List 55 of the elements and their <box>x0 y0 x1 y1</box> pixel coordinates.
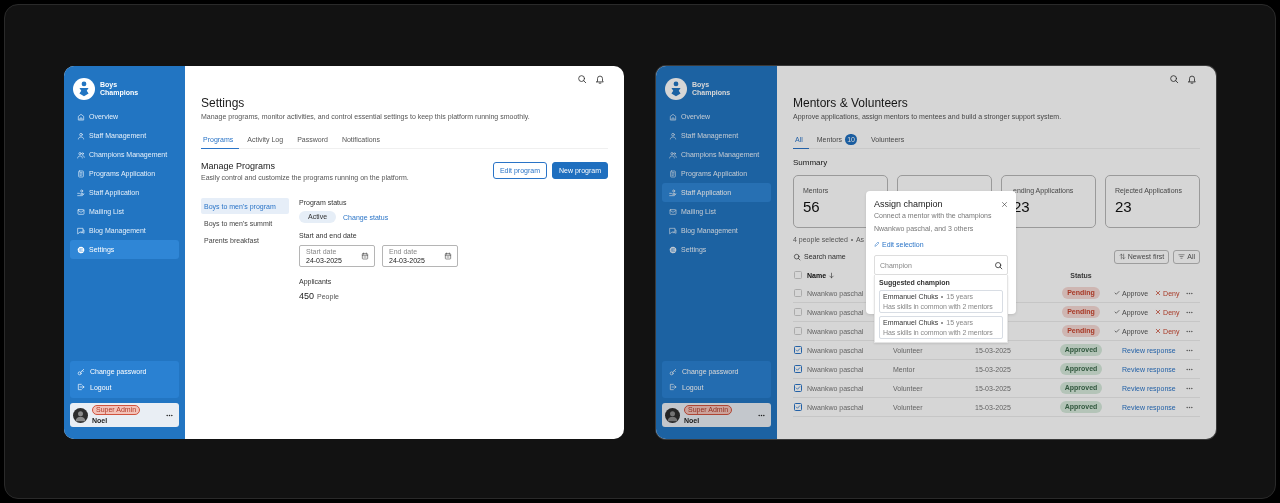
close-icon[interactable] <box>1001 200 1008 208</box>
more-icon[interactable] <box>758 413 765 417</box>
search-icon[interactable] <box>1169 74 1179 84</box>
logout-icon <box>669 383 677 392</box>
checkbox[interactable] <box>794 403 802 411</box>
stat-value: 23 <box>1115 199 1132 215</box>
page-title: Settings <box>201 96 246 110</box>
mail-icon <box>77 207 85 216</box>
document-icon <box>669 169 677 178</box>
logo-icon <box>73 78 95 100</box>
chat-icon <box>669 226 677 235</box>
bell-icon[interactable] <box>595 74 605 84</box>
x-icon <box>1155 328 1162 334</box>
mail-icon <box>669 207 677 216</box>
check-icon <box>1114 309 1120 315</box>
check-icon <box>1114 328 1120 334</box>
avatar-icon <box>665 407 680 423</box>
hand-icon <box>77 188 85 197</box>
page-title: Mentors & Volunteers <box>793 96 909 110</box>
checkbox[interactable] <box>794 346 802 354</box>
section-title: Manage Programs <box>201 160 277 172</box>
sort-icon <box>1118 253 1126 260</box>
arrow-down-icon[interactable] <box>828 271 836 279</box>
chat-icon <box>77 226 85 235</box>
logout-icon <box>77 383 85 392</box>
checkbox[interactable] <box>794 384 802 392</box>
users-icon <box>77 150 85 159</box>
document-icon <box>77 169 85 178</box>
pencil-icon <box>874 241 880 247</box>
key-icon <box>77 367 85 376</box>
hand-icon <box>669 188 677 197</box>
key-icon <box>669 367 677 376</box>
search-icon <box>793 252 801 261</box>
x-icon <box>1155 309 1162 315</box>
filter-icon <box>1178 253 1186 260</box>
user-icon <box>77 131 85 140</box>
logo-icon <box>665 78 687 100</box>
checkbox[interactable] <box>794 365 802 373</box>
user-icon <box>669 131 677 140</box>
more-icon[interactable] <box>166 413 173 417</box>
home-icon <box>669 112 677 121</box>
section-title: Summary <box>793 158 829 168</box>
calendar-icon[interactable] <box>444 252 452 260</box>
check-icon <box>1114 290 1120 296</box>
dialog-title: Assign champion <box>874 199 943 209</box>
home-icon <box>77 112 85 121</box>
bell-icon[interactable] <box>1187 74 1197 84</box>
applicant-count: 450 <box>299 291 315 301</box>
calendar-icon[interactable] <box>361 252 369 260</box>
users-icon <box>669 150 677 159</box>
search-icon <box>994 260 1003 270</box>
avatar-icon <box>73 407 88 423</box>
x-icon <box>1155 290 1162 296</box>
stat-value: 56 <box>803 199 820 215</box>
search-icon[interactable] <box>577 74 587 84</box>
